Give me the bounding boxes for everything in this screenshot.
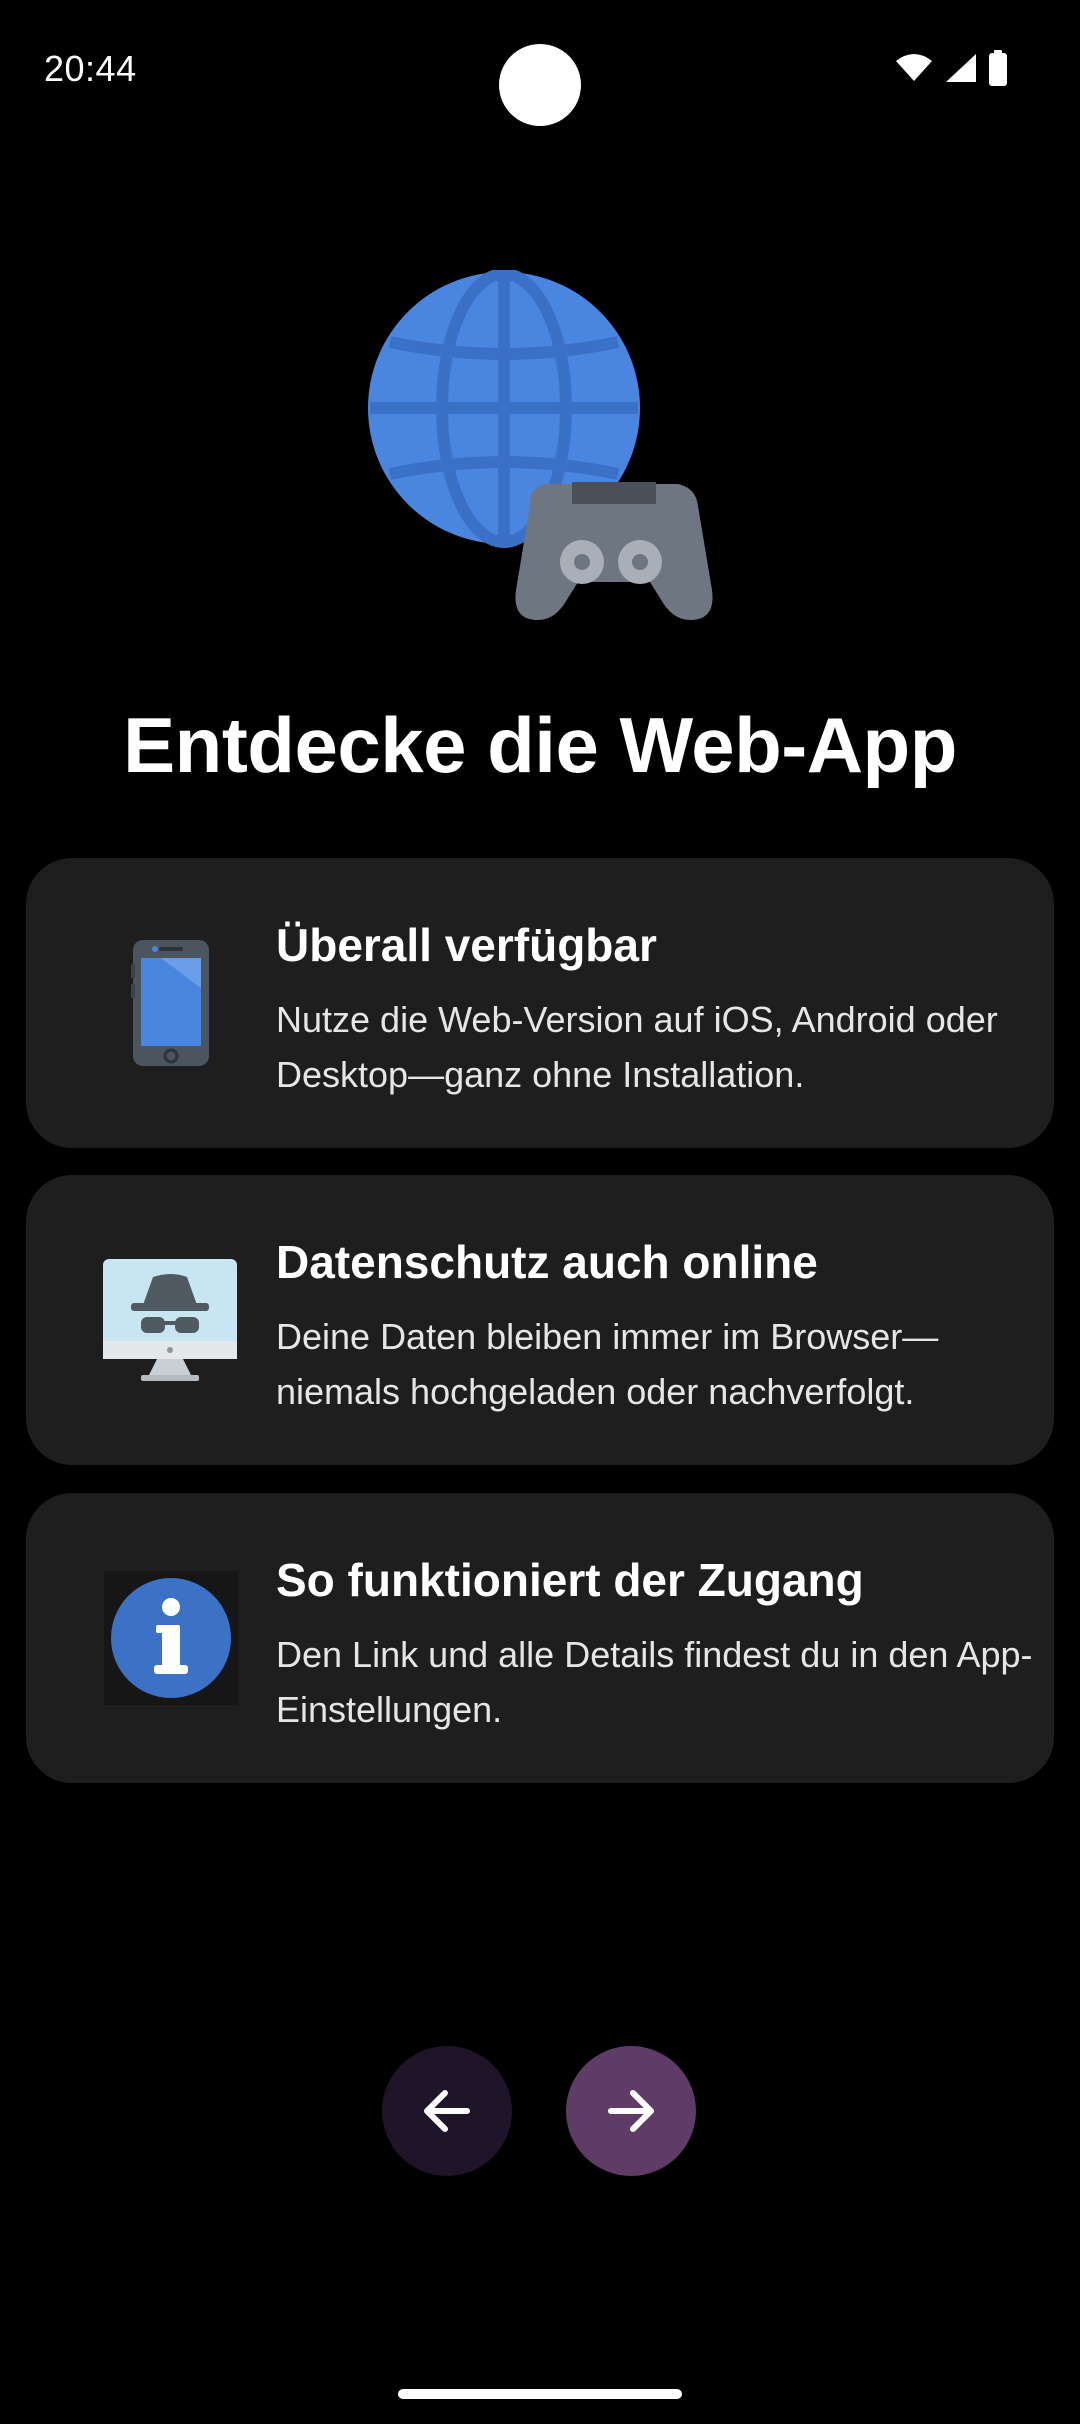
card-text: Nutze die Web-Version auf iOS, Android o…: [276, 999, 998, 1095]
feature-card-access: So funktioniert der Zugang Den Link und …: [26, 1493, 1054, 1783]
arrow-left-icon: [424, 2090, 470, 2132]
status-bar: 20:44: [0, 0, 1080, 140]
next-button[interactable]: [566, 2046, 696, 2176]
smartphone-icon: [96, 938, 246, 1068]
gamepad-icon: [515, 482, 713, 620]
card-text: Deine Daten bleiben immer im Browser—nie…: [276, 1316, 939, 1412]
signal-icon: [944, 52, 978, 89]
feature-card-availability: Überall verfügbar Nutze die Web-Version …: [26, 858, 1054, 1148]
battery-icon: [988, 50, 1008, 91]
incognito-monitor-icon: [96, 1255, 246, 1385]
card-title: Überall verfügbar: [276, 919, 657, 971]
back-button[interactable]: [382, 2046, 512, 2176]
status-time: 20:44: [44, 48, 137, 89]
hero-illustration: [360, 268, 720, 630]
camera-cutout: [499, 44, 581, 126]
feature-card-privacy: Datenschutz auch online Deine Daten blei…: [26, 1175, 1054, 1465]
info-icon: [96, 1571, 246, 1705]
card-title: Datenschutz auch online: [276, 1236, 818, 1288]
home-indicator[interactable]: [398, 2389, 682, 2399]
wifi-icon: [894, 53, 934, 88]
screen: 20:44 Entdecke die Web-App Überall verfü…: [0, 0, 1080, 2424]
card-text: Den Link und alle Details findest du in …: [276, 1634, 1033, 1730]
page-title: Entdecke die Web-App: [123, 701, 957, 789]
card-title: So funktioniert der Zugang: [276, 1554, 864, 1606]
arrow-right-icon: [608, 2090, 654, 2132]
status-icons: [894, 50, 1008, 91]
